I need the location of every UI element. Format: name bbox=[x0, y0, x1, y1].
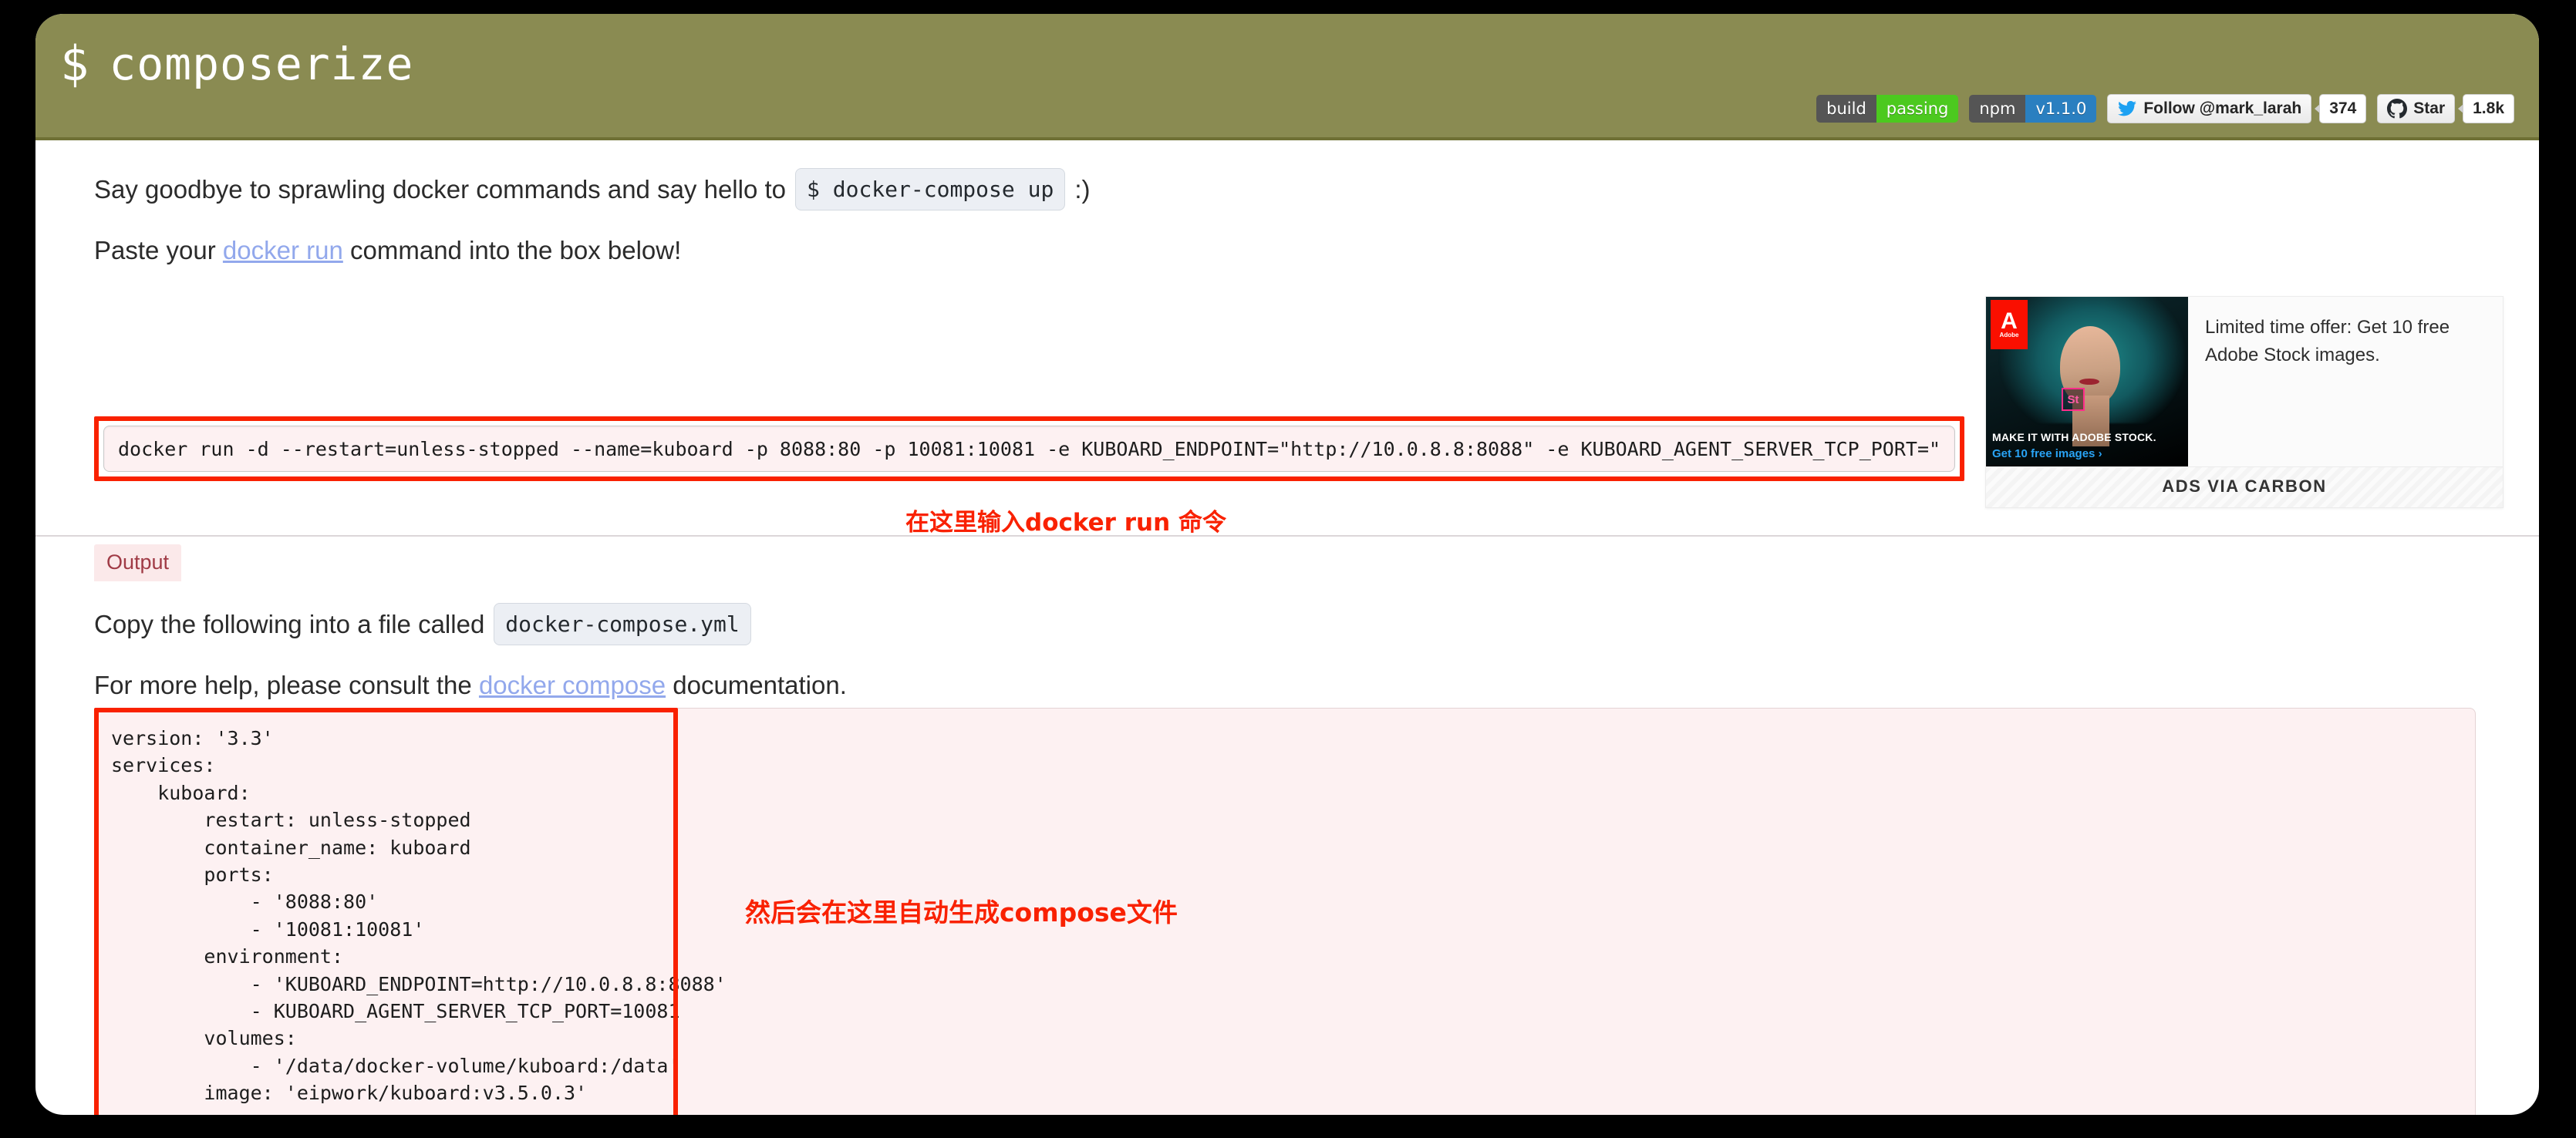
adobe-stock-badge-icon: St bbox=[2062, 388, 2085, 411]
intro-section: Say goodbye to sprawling docker commands… bbox=[35, 140, 1948, 271]
compose-up-code: $ docker-compose up bbox=[795, 168, 1065, 210]
ad-image[interactable]: A Adobe St MAKE IT WITH ADOBE STOCK. Get… bbox=[1986, 297, 2188, 466]
page-title: composerize bbox=[109, 42, 413, 86]
twitter-icon bbox=[2117, 99, 2137, 119]
tab-output[interactable]: Output bbox=[94, 544, 181, 581]
ad-text: Limited time offer: Get 10 free Adobe St… bbox=[2188, 297, 2503, 466]
github-star-widget: Star 1.8k bbox=[2377, 94, 2514, 123]
prompt-symbol: $ bbox=[60, 40, 89, 88]
ad-provider-label[interactable]: ADS VIA CARBON bbox=[1986, 466, 2503, 507]
brand-logo: $ composerize bbox=[60, 40, 413, 88]
badge-build-label: build bbox=[1816, 95, 1876, 123]
github-star-button[interactable]: Star bbox=[2377, 94, 2455, 123]
twitter-follower-count[interactable]: 374 bbox=[2319, 94, 2366, 123]
help-text-a: For more help, please consult the bbox=[94, 665, 472, 705]
badge-npm-version[interactable]: npm v1.1.0 bbox=[1969, 95, 2096, 123]
ad-cta-link[interactable]: Get 10 free images › bbox=[1992, 447, 2102, 460]
carbon-ad[interactable]: A Adobe St MAKE IT WITH ADOBE STOCK. Get… bbox=[1985, 296, 2504, 508]
intro-line-1-text-b: :) bbox=[1074, 170, 1090, 209]
docker-run-input[interactable]: docker run -d --restart=unless-stopped -… bbox=[103, 426, 1955, 472]
badge-row: build passing npm v1.1.0 Follow @mark_la… bbox=[1816, 94, 2514, 123]
docker-run-link[interactable]: docker run bbox=[223, 231, 343, 270]
badge-npm-label: npm bbox=[1969, 95, 2025, 123]
badge-build-value: passing bbox=[1876, 95, 1959, 123]
ad-tagline: MAKE IT WITH ADOBE STOCK. bbox=[1992, 431, 2156, 443]
docker-run-input-value: docker run -d --restart=unless-stopped -… bbox=[118, 438, 1940, 460]
twitter-follow-label: Follow @mark_larah bbox=[2143, 99, 2301, 118]
twitter-follow-widget: Follow @mark_larah 374 bbox=[2107, 94, 2366, 123]
intro-line-1: Say goodbye to sprawling docker commands… bbox=[94, 168, 1948, 210]
intro-line-1-text-a: Say goodbye to sprawling docker commands… bbox=[94, 170, 786, 209]
adobe-logo-glyph: A bbox=[2001, 311, 2018, 332]
annotation-yaml-note: 然后会在这里自动生成compose文件 bbox=[745, 892, 1178, 929]
badge-npm-value: v1.1.0 bbox=[2025, 95, 2096, 123]
compose-yaml-text: version: '3.3' services: kuboard: restar… bbox=[111, 725, 727, 1107]
copy-instruction-line: Copy the following into a file called do… bbox=[94, 603, 1945, 645]
intro-line-2: Paste your docker run command into the b… bbox=[94, 231, 1948, 270]
badge-build-status[interactable]: build passing bbox=[1816, 95, 1958, 123]
compose-filename-code: docker-compose.yml bbox=[494, 603, 750, 645]
carbon-ad-body: A Adobe St MAKE IT WITH ADOBE STOCK. Get… bbox=[1986, 297, 2503, 466]
intro-line-2-text-b: command into the box below! bbox=[350, 231, 681, 270]
page-body: Say goodbye to sprawling docker commands… bbox=[35, 140, 2539, 1115]
github-star-label: Star bbox=[2413, 99, 2445, 118]
adobe-logo-label: Adobe bbox=[2000, 332, 2019, 338]
annotation-command-note: 在这里输入docker run 命令 bbox=[905, 503, 1226, 537]
output-description: Copy the following into a file called do… bbox=[94, 603, 1945, 705]
help-line: For more help, please consult the docker… bbox=[94, 665, 1945, 705]
adobe-logo-icon: A Adobe bbox=[1991, 300, 2028, 349]
app-window: $ composerize build passing npm v1.1.0 F… bbox=[35, 14, 2539, 1115]
twitter-follow-button[interactable]: Follow @mark_larah bbox=[2107, 94, 2311, 123]
site-header: $ composerize build passing npm v1.1.0 F… bbox=[35, 14, 2539, 140]
intro-line-2-text-a: Paste your bbox=[94, 231, 216, 270]
docker-compose-docs-link[interactable]: docker compose bbox=[479, 665, 666, 705]
ad-image-lips bbox=[2079, 379, 2099, 385]
copy-instruction-text: Copy the following into a file called bbox=[94, 604, 484, 644]
command-input-highlight: docker run -d --restart=unless-stopped -… bbox=[94, 416, 1964, 481]
github-icon bbox=[2387, 99, 2407, 119]
section-divider bbox=[35, 535, 2539, 537]
help-text-b: documentation. bbox=[673, 665, 847, 705]
github-star-count[interactable]: 1.8k bbox=[2463, 94, 2514, 123]
